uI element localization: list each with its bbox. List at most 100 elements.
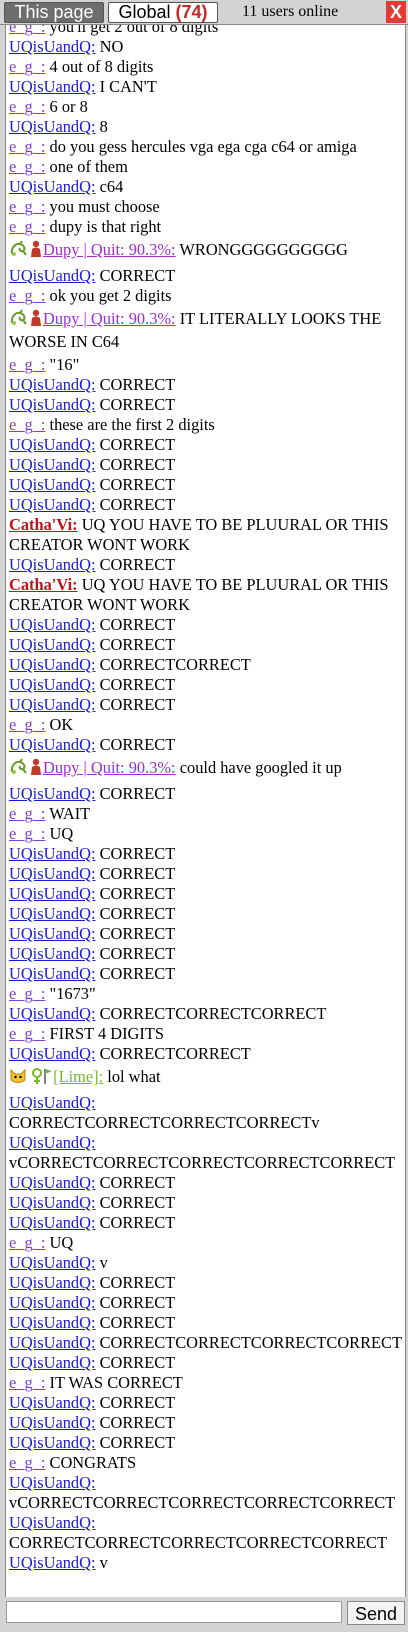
- message-username[interactable]: UQisUandQ:: [9, 944, 96, 963]
- message-username[interactable]: e_g_:: [9, 715, 45, 734]
- message-text: CORRECT: [99, 864, 176, 883]
- message-username[interactable]: UQisUandQ:: [9, 117, 96, 136]
- message-username[interactable]: UQisUandQ:: [9, 695, 96, 714]
- message-username[interactable]: UQisUandQ:: [9, 1553, 96, 1572]
- message-username[interactable]: UQisUandQ:: [9, 784, 96, 803]
- message-username[interactable]: UQisUandQ:: [9, 555, 96, 574]
- message-username[interactable]: e_g_:: [9, 984, 45, 1003]
- message-username[interactable]: UQisUandQ:: [9, 1393, 96, 1412]
- message-username[interactable]: e_g_:: [9, 57, 45, 76]
- message-username[interactable]: UQisUandQ:: [9, 1044, 96, 1063]
- message-username[interactable]: [Lime]:: [53, 1067, 103, 1086]
- message-username[interactable]: e_g_:: [9, 217, 45, 236]
- message-username[interactable]: UQisUandQ:: [9, 1133, 96, 1152]
- message-user-status[interactable]: | Quit: 90.3%:: [79, 240, 176, 259]
- message-text: CORRECT: [99, 1273, 176, 1292]
- message-username[interactable]: UQisUandQ:: [9, 455, 96, 474]
- message-username[interactable]: UQisUandQ:: [9, 884, 96, 903]
- message-username[interactable]: UQisUandQ:: [9, 77, 96, 96]
- message-text: CORRECT: [99, 884, 176, 903]
- chat-message: UQisUandQ: CORRECTCORRECT: [9, 655, 403, 675]
- message-username[interactable]: e_g_:: [9, 824, 45, 843]
- message-text: OK: [49, 715, 74, 734]
- tab-global[interactable]: Global (74): [108, 2, 218, 23]
- message-username[interactable]: UQisUandQ:: [9, 435, 96, 454]
- message-username[interactable]: e_g_:: [9, 804, 45, 823]
- message-username[interactable]: UQisUandQ:: [9, 177, 96, 196]
- message-username[interactable]: UQisUandQ:: [9, 1433, 96, 1452]
- message-username[interactable]: UQisUandQ:: [9, 495, 96, 514]
- message-username[interactable]: e_g_:: [9, 1453, 45, 1472]
- message-username[interactable]: e_g_:: [9, 355, 45, 374]
- message-username[interactable]: e_g_:: [9, 1233, 45, 1252]
- message-user-status[interactable]: | Quit: 90.3%:: [79, 758, 176, 777]
- message-username[interactable]: UQisUandQ:: [9, 475, 96, 494]
- message-username[interactable]: Dupy: [43, 758, 79, 777]
- message-username[interactable]: UQisUandQ:: [9, 1353, 96, 1372]
- chat-log[interactable]: e_g_: you'll get 2 out of 8 digits UQisUa…: [5, 25, 406, 1597]
- chat-message: UQisUandQ: I CAN'T: [9, 77, 403, 97]
- message-username[interactable]: e_g_:: [9, 25, 45, 36]
- message-username[interactable]: UQisUandQ:: [9, 635, 96, 654]
- flag-icon: [43, 1067, 53, 1090]
- message-username[interactable]: UQisUandQ:: [9, 1213, 96, 1232]
- message-username[interactable]: e_g_:: [9, 197, 45, 216]
- message-text: NO: [99, 37, 124, 56]
- message-username[interactable]: e_g_:: [9, 1373, 45, 1392]
- message-username[interactable]: UQisUandQ:: [9, 1293, 96, 1312]
- message-username[interactable]: Dupy: [43, 240, 79, 259]
- message-username[interactable]: Catha'Vi:: [9, 575, 78, 594]
- message-username[interactable]: UQisUandQ:: [9, 655, 96, 674]
- message-username[interactable]: UQisUandQ:: [9, 1273, 96, 1292]
- message-username[interactable]: UQisUandQ:: [9, 615, 96, 634]
- message-username[interactable]: UQisUandQ:: [9, 1313, 96, 1332]
- message-username[interactable]: UQisUandQ:: [9, 1004, 96, 1023]
- message-text: CORRECT: [99, 555, 176, 574]
- close-button[interactable]: X: [386, 1, 406, 23]
- chat-message: UQisUandQ: CORRECT: [9, 1433, 403, 1453]
- message-username[interactable]: e_g_:: [9, 97, 45, 116]
- message-username[interactable]: UQisUandQ:: [9, 735, 96, 754]
- message-username[interactable]: UQisUandQ:: [9, 375, 96, 394]
- message-username[interactable]: UQisUandQ:: [9, 864, 96, 883]
- message-text: ok you get 2 digits: [49, 286, 172, 305]
- message-username[interactable]: UQisUandQ:: [9, 1093, 96, 1112]
- message-user-status[interactable]: | Quit: 90.3%:: [79, 309, 176, 328]
- message-text: CORRECTCORRECT: [99, 655, 251, 674]
- message-username[interactable]: e_g_:: [9, 1024, 45, 1043]
- message-text: CORRECT: [99, 675, 176, 694]
- message-username[interactable]: UQisUandQ:: [9, 1333, 96, 1352]
- message-username[interactable]: e_g_:: [9, 157, 45, 176]
- chat-input-bar: Send: [0, 1598, 408, 1632]
- message-username[interactable]: UQisUandQ:: [9, 904, 96, 923]
- message-username[interactable]: e_g_:: [9, 286, 45, 305]
- message-text: CORRECTCORRECTCORRECTCORRECTCORRECT: [9, 1533, 387, 1552]
- message-username[interactable]: UQisUandQ:: [9, 924, 96, 943]
- message-username[interactable]: Catha'Vi:: [9, 515, 78, 534]
- message-username[interactable]: UQisUandQ:: [9, 964, 96, 983]
- chat-message: UQisUandQ: CORRECT: [9, 455, 403, 475]
- chat-message-input[interactable]: [6, 1601, 342, 1623]
- message-text: CORRECT: [99, 964, 176, 983]
- message-username[interactable]: UQisUandQ:: [9, 675, 96, 694]
- message-username[interactable]: UQisUandQ:: [9, 1473, 96, 1492]
- message-text: dupy is that right: [49, 217, 162, 236]
- message-username[interactable]: e_g_:: [9, 415, 45, 434]
- message-username[interactable]: UQisUandQ:: [9, 1173, 96, 1192]
- tab-this-page[interactable]: This page: [4, 2, 104, 23]
- message-username[interactable]: UQisUandQ:: [9, 1413, 96, 1432]
- chat-message: UQisUandQ: CORRECT: [9, 495, 403, 515]
- message-username[interactable]: UQisUandQ:: [9, 1513, 96, 1532]
- message-username[interactable]: UQisUandQ:: [9, 1193, 96, 1212]
- message-username[interactable]: UQisUandQ:: [9, 266, 96, 285]
- message-username[interactable]: UQisUandQ:: [9, 844, 96, 863]
- message-username[interactable]: e_g_:: [9, 137, 45, 156]
- message-username[interactable]: UQisUandQ:: [9, 1253, 96, 1272]
- chat-message: UQisUandQ: 8: [9, 117, 403, 137]
- chat-message: UQisUandQ: CORRECT: [9, 435, 403, 455]
- message-username[interactable]: UQisUandQ:: [9, 395, 96, 414]
- message-text: you'll get 2 out of 8 digits: [49, 25, 219, 36]
- message-username[interactable]: Dupy: [43, 309, 79, 328]
- send-button[interactable]: Send: [347, 1601, 405, 1625]
- message-username[interactable]: UQisUandQ:: [9, 37, 96, 56]
